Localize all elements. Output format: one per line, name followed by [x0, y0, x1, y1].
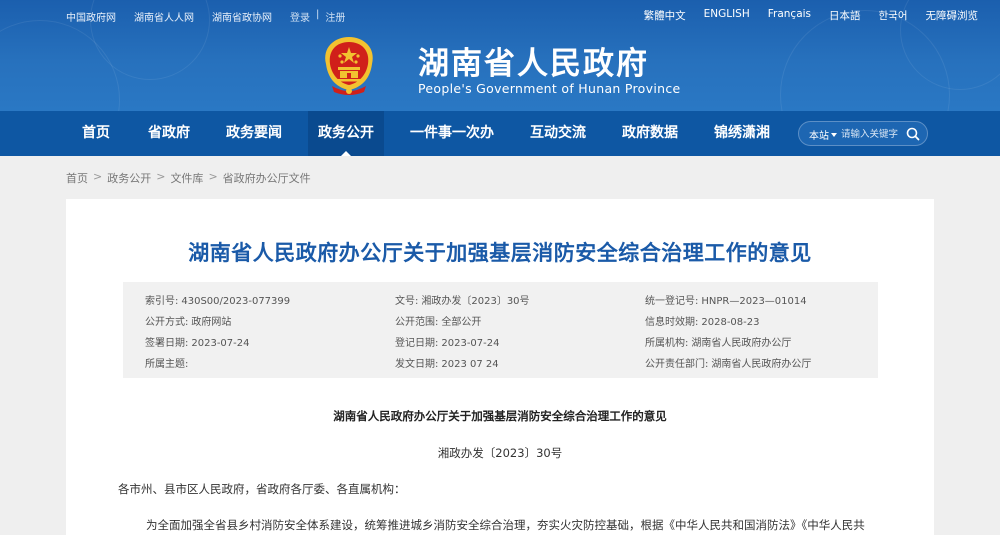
meta-label: 发文日期: — [395, 359, 439, 370]
breadcrumb: 首页 > 政务公开 > 文件库 > 省政府办公厅文件 — [66, 170, 311, 186]
body-title: 湖南省人民政府办公厅关于加强基层消防安全综合治理工作的意见 — [333, 409, 667, 423]
addressee: 各市州、县市区人民政府，省政府各厅委、各直属机构： — [118, 482, 406, 496]
meta-label: 公开责任部门: — [645, 359, 709, 370]
search-input[interactable] — [841, 125, 907, 143]
meta-register-date: 登记日期: 2023-07-24 — [395, 334, 500, 349]
meta-label: 文号: — [395, 296, 419, 307]
meta-value: 2023-07-24 — [441, 338, 500, 349]
meta-value: 2023 07 24 — [441, 359, 499, 370]
search-box: 本站 — [798, 121, 928, 146]
language-link-japanese[interactable]: 日本語 — [829, 8, 861, 23]
meta-sign-date: 签署日期: 2023-07-24 — [145, 334, 250, 349]
meta-label: 公开方式: — [145, 317, 189, 328]
chevron-down-icon[interactable] — [831, 133, 837, 137]
meta-value: 湖南省人民政府办公厅 — [691, 338, 792, 349]
meta-label: 登记日期: — [395, 338, 439, 349]
site-subtitle: People's Government of Hunan Province — [418, 81, 681, 96]
meta-label: 所属主题: — [145, 359, 189, 370]
meta-value: 2023-07-24 — [191, 338, 250, 349]
login-link[interactable]: 登录 — [290, 9, 310, 24]
meta-value: 湘政办发〔2023〕30号 — [421, 296, 530, 307]
language-link-french[interactable]: Français — [768, 8, 811, 23]
login-divider: | — [316, 9, 320, 20]
meta-label: 签署日期: — [145, 338, 189, 349]
partner-link[interactable]: 湖南省政协网 — [212, 9, 272, 24]
partner-links: 中国政府网 湖南省人人网 湖南省政协网 — [66, 9, 272, 24]
search-scope-select[interactable]: 本站 — [809, 127, 829, 142]
meta-value: 湖南省人民政府办公厅 — [711, 359, 812, 370]
language-link-english[interactable]: ENGLISH — [704, 8, 750, 23]
meta-topic: 所属主题: — [145, 355, 191, 370]
top-bar: 中国政府网 湖南省人人网 湖南省政协网 登录 | 注册 繁體中文 ENGLISH… — [0, 0, 1000, 30]
nav-item-provincial-government[interactable]: 省政府 — [138, 111, 200, 156]
register-link[interactable]: 注册 — [325, 9, 345, 24]
meta-label: 信息时效期: — [645, 317, 699, 328]
document-number: 湘政办发〔2023〕30号 — [437, 446, 563, 460]
nav-item-home[interactable]: 首页 — [70, 111, 122, 156]
meta-value: 430S00/2023-077399 — [181, 296, 291, 307]
accessibility-link[interactable]: 无障碍浏览 — [926, 8, 979, 23]
document-metadata: 索引号: 430S00/2023-077399 文号: 湘政办发〔2023〕30号 … — [123, 282, 878, 378]
meta-agency: 所属机构: 湖南省人民政府办公厅 — [645, 334, 791, 349]
meta-value: HNPR—2023—01014 — [701, 296, 807, 307]
site-header: 中国政府网 湖南省人人网 湖南省政协网 登录 | 注册 繁體中文 ENGLISH… — [0, 0, 1000, 111]
meta-registration-number: 统一登记号: HNPR—2023—01014 — [645, 292, 807, 307]
partner-link[interactable]: 中国政府网 — [66, 9, 116, 24]
nav-item-government-data[interactable]: 政府数据 — [612, 111, 688, 156]
breadcrumb-item-file-library[interactable]: 文件库 — [170, 170, 203, 186]
breadcrumb-item-open-government[interactable]: 政务公开 — [107, 170, 151, 186]
meta-index-number: 索引号: 430S00/2023-077399 — [145, 292, 290, 307]
nav-item-splendid-xiangxiang[interactable]: 锦绣潇湘 — [704, 111, 780, 156]
nav-item-open-government[interactable]: 政务公开 — [308, 111, 384, 156]
meta-label: 所属机构: — [645, 338, 689, 349]
meta-value: 2028-08-23 — [701, 317, 760, 328]
meta-label: 索引号: — [145, 296, 179, 307]
meta-label: 统一登记号: — [645, 296, 699, 307]
document-panel: 湖南省人民政府办公厅关于加强基层消防安全综合治理工作的意见 索引号: 430S00… — [66, 199, 934, 535]
nav-item-government-news[interactable]: 政务要闻 — [216, 111, 292, 156]
national-emblem-icon[interactable] — [320, 34, 378, 98]
search-icon[interactable] — [905, 126, 921, 142]
meta-value: 全部公开 — [441, 317, 482, 328]
partner-link[interactable]: 湖南省人人网 — [134, 9, 194, 24]
body-paragraph: 为全面加强全省县乡村消防安全体系建设，统筹推进城乡消防安全综合治理，夯实火灾防控… — [146, 518, 865, 532]
meta-value: 政府网站 — [191, 317, 232, 328]
meta-validity: 信息时效期: 2028-08-23 — [645, 313, 760, 328]
language-links: 繁體中文 ENGLISH Français 日本語 한국어 无障碍浏览 — [644, 8, 978, 23]
document-title: 湖南省人民政府办公厅关于加强基层消防安全综合治理工作的意见 — [188, 241, 812, 265]
breadcrumb-separator: > — [93, 170, 103, 183]
nav-item-one-thing-once[interactable]: 一件事一次办 — [400, 111, 504, 156]
meta-label: 公开范围: — [395, 317, 439, 328]
meta-publish-scope: 公开范围: 全部公开 — [395, 313, 481, 328]
breadcrumb-separator: > — [156, 170, 166, 183]
language-link-traditional-chinese[interactable]: 繁體中文 — [644, 8, 686, 23]
breadcrumb-item-home[interactable]: 首页 — [66, 170, 88, 186]
meta-responsible-dept: 公开责任部门: 湖南省人民政府办公厅 — [645, 355, 811, 370]
meta-issue-date: 发文日期: 2023 07 24 — [395, 355, 499, 370]
meta-doc-number: 文号: 湘政办发〔2023〕30号 — [395, 292, 530, 307]
meta-publish-method: 公开方式: 政府网站 — [145, 313, 231, 328]
site-title[interactable]: 湖南省人民政府 — [418, 38, 649, 83]
breadcrumb-separator: > — [208, 170, 218, 183]
breadcrumb-item-office-documents[interactable]: 省政府办公厅文件 — [223, 170, 311, 186]
login-group: 登录 | 注册 — [290, 9, 345, 24]
language-link-korean[interactable]: 한국어 — [879, 8, 908, 23]
nav-item-interaction[interactable]: 互动交流 — [520, 111, 596, 156]
